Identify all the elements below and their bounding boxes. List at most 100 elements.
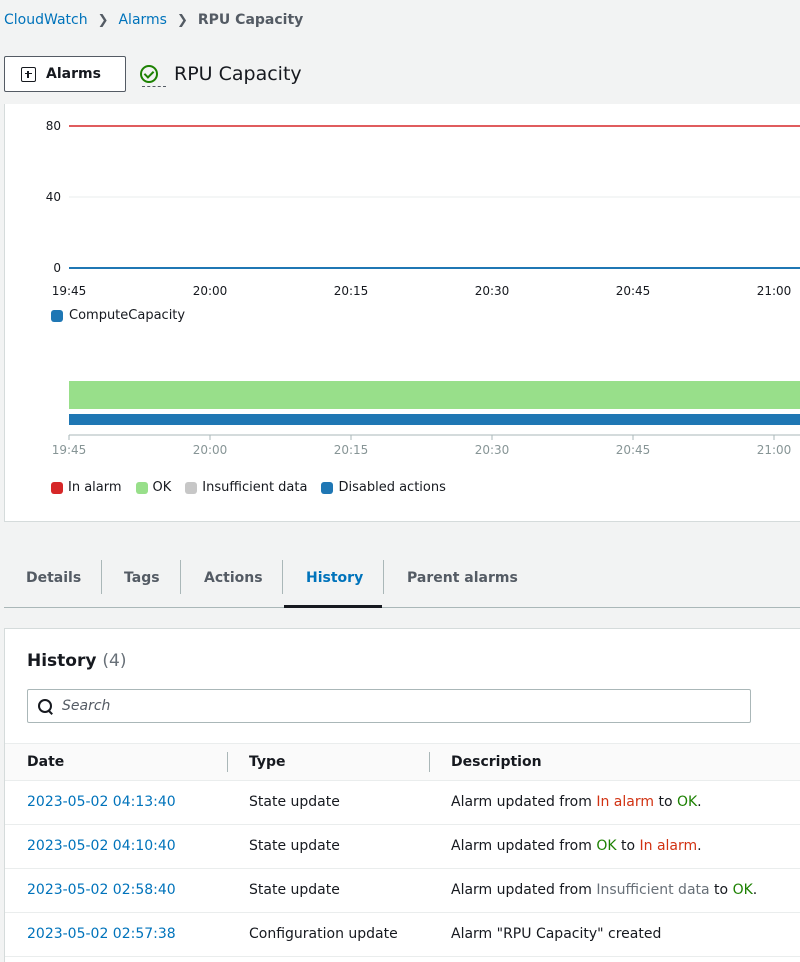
history-date-link[interactable]: 2023-05-02 02:58:40 [27,882,176,898]
legend-swatch [51,481,63,494]
status-legend-item: OK [135,480,172,495]
legend-swatch [135,481,148,494]
alarm-chart-panel: 80 40 0 19:45 20:00 20:15 20:30 20:45 21:00 19:45… [4,104,800,522]
x-tick-label: 20:30 [475,284,510,298]
status-x-tick-label: 20:30 [475,443,510,457]
tab-divider [101,560,102,594]
description-segment: Alarm updated from [451,838,597,854]
table-row: 2023-05-02 02:57:38 Configuration update A… [5,913,800,957]
chevron-right-icon: ❯ [97,12,109,28]
chevron-right-icon: ❯ [176,12,188,28]
column-divider[interactable] [429,752,430,772]
search-input[interactable] [62,698,662,714]
tab-details[interactable]: Details [26,548,81,608]
tab-divider [180,560,181,594]
status-legend-item: Insufficient data [185,480,307,495]
column-divider[interactable] [227,752,228,772]
description-segment: Alarm "RPU Capacity" created [451,926,662,942]
status-legend-item: In alarm [51,480,122,495]
y-tick-label: 0 [53,261,61,275]
history-panel: History (4) Date Type Description 2023-0… [4,628,800,962]
x-tick-label: 21:00 [757,284,792,298]
history-date-link[interactable]: 2023-05-02 04:10:40 [27,838,176,854]
metric-legend: ComputeCapacity [51,308,185,323]
tab-history[interactable]: History [306,548,363,608]
breadcrumb: CloudWatch ❯ Alarms ❯ RPU Capacity [4,12,303,28]
table-row: 2023-05-02 04:13:40 State update Alarm upd… [5,781,800,825]
x-tick-label: 20:00 [193,284,228,298]
description-segment: . [697,794,702,810]
description-segment: OK [596,838,617,854]
status-underline [142,86,166,87]
status-x-tick-label: 20:00 [193,443,228,457]
y-tick-label: 80 [46,119,61,133]
column-description[interactable]: Description [451,754,542,770]
column-type[interactable]: Type [249,754,286,770]
table-row: 2023-05-02 02:58:40 State update Alarm upd… [5,869,800,913]
tab-bar: Details Tags Actions History Parent alar… [4,548,800,608]
history-description: Alarm "RPU Capacity" created [451,926,661,942]
title-row: Alarms RPU Capacity [4,56,302,92]
description-segment: to [616,838,640,854]
description-segment: Alarm updated from [451,882,597,898]
description-segment: OK [732,882,753,898]
alarms-button-label: Alarms [46,66,101,82]
table-row: 2023-05-02 04:10:40 State update Alarm upd… [5,825,800,869]
legend-label: OK [152,480,172,495]
breadcrumb-current: RPU Capacity [197,12,304,28]
legend-label-computecapacity: ComputeCapacity [69,308,186,323]
history-type: State update [249,882,340,898]
status-legend: In alarm OK Insufficient data Disabled acti… [51,480,454,495]
legend-label: In alarm [68,480,122,495]
x-tick-label: 20:15 [334,284,369,298]
status-x-tick-label: 21:00 [757,443,792,457]
tab-actions[interactable]: Actions [204,548,263,608]
search-icon [38,699,52,713]
description-segment: In alarm [639,838,698,854]
history-type: Configuration update [249,926,398,942]
legend-label: Insufficient data [202,480,308,495]
status-x-tick-label: 20:15 [334,443,369,457]
history-type: State update [249,794,340,810]
description-segment: to [709,882,733,898]
description-segment: . [697,838,702,854]
breadcrumb-alarms[interactable]: Alarms [118,12,167,28]
breadcrumb-cloudwatch[interactable]: CloudWatch [4,12,88,28]
tab-divider [383,560,384,594]
description-segment: OK [676,794,698,810]
history-date-link[interactable]: 2023-05-02 04:13:40 [27,794,176,810]
description-segment: . [752,882,758,898]
description-segment: to [654,794,677,810]
history-description: Alarm updated from OK to In alarm. [451,838,702,854]
status-band-ok [69,381,800,409]
tab-parent-alarms[interactable]: Parent alarms [407,548,518,608]
status-band-disabled-actions [69,414,800,425]
status-ok-icon[interactable] [140,65,158,83]
page-title: RPU Capacity [174,63,302,85]
tab-divider [282,560,283,594]
history-description: Alarm updated from In alarm to OK. [451,794,702,810]
column-date[interactable]: Date [27,754,64,770]
history-search[interactable] [27,689,751,723]
tab-tags[interactable]: Tags [124,548,160,608]
legend-swatch [321,481,334,494]
y-tick-label: 40 [46,190,61,204]
history-type: State update [249,838,340,854]
alarms-panel-button[interactable]: Alarms [4,56,126,92]
status-x-tick-label: 19:45 [52,443,87,457]
history-date-link[interactable]: 2023-05-02 02:57:38 [27,926,176,942]
status-x-tick-label: 20:45 [616,443,651,457]
description-segment: Alarm updated from [451,794,597,810]
legend-swatch [51,309,63,322]
x-tick-label: 20:45 [616,284,651,298]
tab-active-indicator [284,605,382,608]
description-segment: Insufficient data [596,882,710,898]
description-segment: In alarm [596,794,654,810]
history-heading: History (4) [27,651,126,671]
history-count: (4) [102,651,127,671]
expand-plus-icon [21,66,36,82]
legend-label: Disabled actions [338,480,446,495]
history-title: History [27,651,97,671]
legend-swatch [185,481,198,494]
status-legend-item: Disabled actions [321,480,446,495]
